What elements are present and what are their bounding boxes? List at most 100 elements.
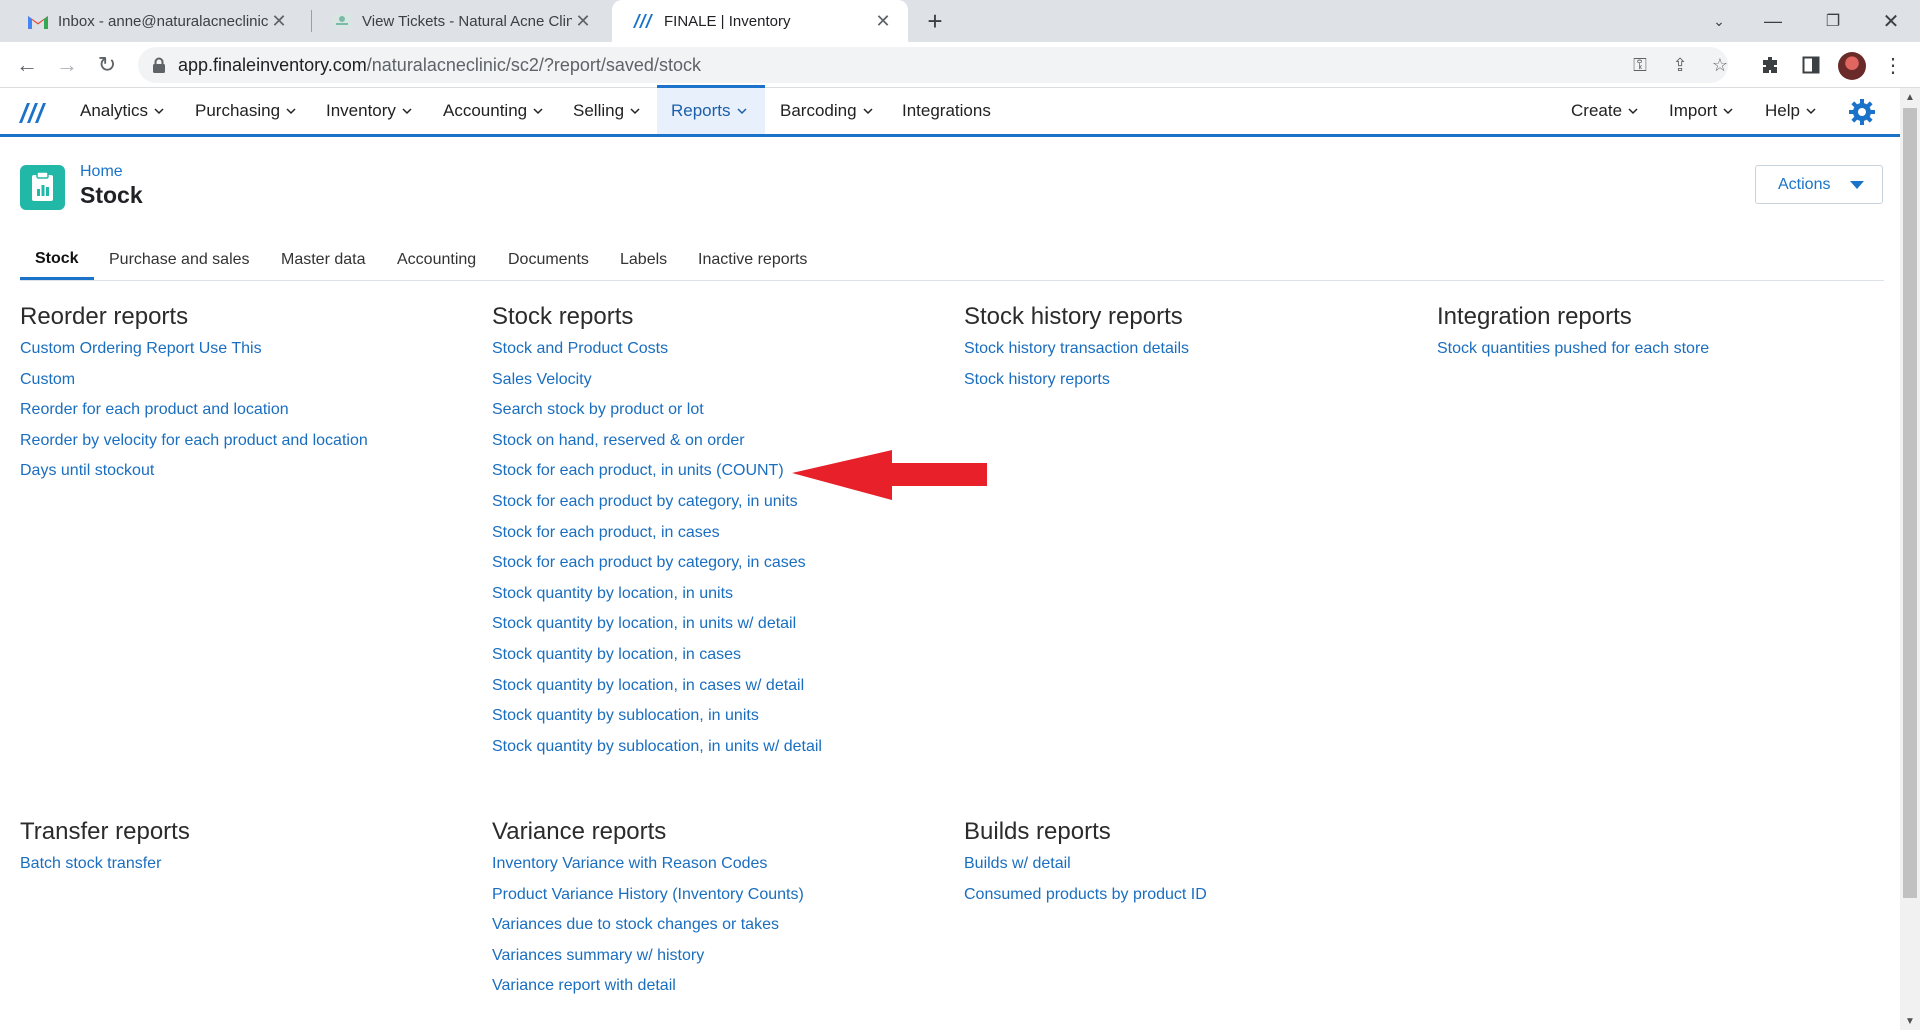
browser-tab-gmail[interactable]: Inbox - anne@naturalacneclinic.c ✕ bbox=[8, 0, 304, 42]
tab-stock[interactable]: Stock bbox=[20, 240, 94, 280]
report-link[interactable]: Product Variance History (Inventory Coun… bbox=[492, 880, 804, 911]
side-panel-icon[interactable] bbox=[1798, 52, 1824, 78]
report-link-highlighted[interactable]: Stock for each product, in units (COUNT) bbox=[492, 456, 822, 487]
stock-reports-group: Stock reports Stock and Product Costs Sa… bbox=[492, 300, 822, 762]
tab-search-icon[interactable]: ⌄ bbox=[1696, 0, 1742, 42]
group-title: Builds reports bbox=[964, 818, 1111, 845]
nav-analytics[interactable]: Analytics bbox=[66, 88, 178, 134]
browser-toolbar: ← → ↻ app.finaleinventory.com/naturalacn… bbox=[0, 42, 1920, 88]
helpdesk-icon bbox=[333, 14, 351, 28]
gear-icon[interactable] bbox=[1848, 98, 1876, 126]
report-link[interactable]: Stock quantity by sublocation, in units bbox=[492, 701, 822, 732]
report-link[interactable]: Reorder for each product and location bbox=[20, 395, 368, 426]
chevron-down-icon bbox=[737, 108, 747, 115]
report-link[interactable]: Sales Velocity bbox=[492, 365, 822, 396]
extensions-icon[interactable] bbox=[1758, 52, 1784, 78]
nav-barcoding[interactable]: Barcoding bbox=[766, 88, 887, 134]
restore-button[interactable]: ❐ bbox=[1810, 0, 1856, 42]
reorder-reports-group: Reorder reports Custom Ordering Report U… bbox=[20, 300, 368, 487]
caret-down-icon bbox=[1850, 180, 1865, 189]
browser-tab-tickets[interactable]: View Tickets - Natural Acne Clinic ✕ bbox=[312, 0, 608, 42]
nav-purchasing[interactable]: Purchasing bbox=[181, 88, 310, 134]
profile-avatar[interactable] bbox=[1838, 52, 1866, 80]
tab-title: View Tickets - Natural Acne Clinic bbox=[362, 12, 572, 30]
group-title: Transfer reports bbox=[20, 818, 190, 845]
scroll-down-arrow[interactable]: ▼ bbox=[1900, 1012, 1920, 1030]
nav-selling[interactable]: Selling bbox=[559, 88, 654, 134]
nav-integrations[interactable]: Integrations bbox=[888, 88, 1005, 134]
report-link[interactable]: Inventory Variance with Reason Codes bbox=[492, 849, 804, 880]
close-icon[interactable]: ✕ bbox=[872, 10, 894, 32]
report-link[interactable]: Stock quantity by sublocation, in units … bbox=[492, 732, 822, 763]
report-link[interactable]: Stock quantity by location, in units w/ … bbox=[492, 609, 822, 640]
report-link[interactable]: Stock quantity by location, in cases w/ … bbox=[492, 671, 822, 702]
new-tab-button[interactable]: + bbox=[918, 0, 952, 42]
report-link[interactable]: Stock for each product, in cases bbox=[492, 518, 822, 549]
group-title: Integration reports bbox=[1437, 303, 1632, 330]
forward-button[interactable]: → bbox=[52, 50, 82, 80]
nav-accounting[interactable]: Accounting bbox=[429, 88, 557, 134]
stock-history-reports-group: Stock history reports Stock history tran… bbox=[964, 300, 1189, 395]
clipboard-icon bbox=[20, 165, 65, 210]
star-icon[interactable]: ☆ bbox=[1708, 53, 1732, 77]
report-link[interactable]: Stock for each product by category, in u… bbox=[492, 487, 822, 518]
chevron-down-icon bbox=[630, 108, 640, 115]
report-link[interactable]: Consumed products by product ID bbox=[964, 880, 1207, 911]
report-link[interactable]: Stock and Product Costs bbox=[492, 334, 822, 365]
key-icon[interactable]: ⚿ bbox=[1628, 53, 1652, 77]
page-scrollbar[interactable]: ▲ ▼ bbox=[1900, 88, 1920, 1030]
lock-icon bbox=[153, 57, 165, 73]
close-icon[interactable]: ✕ bbox=[268, 10, 290, 32]
report-link[interactable]: Batch stock transfer bbox=[20, 849, 190, 880]
gmail-icon bbox=[28, 15, 48, 29]
report-link[interactable]: Variance report with detail bbox=[492, 971, 804, 1002]
close-icon[interactable]: ✕ bbox=[572, 10, 594, 32]
report-link[interactable]: Search stock by product or lot bbox=[492, 395, 822, 426]
share-icon[interactable]: ⇪ bbox=[1668, 53, 1692, 77]
tab-inactive-reports[interactable]: Inactive reports bbox=[683, 240, 822, 280]
nav-reports[interactable]: Reports bbox=[657, 85, 765, 134]
group-title: Stock reports bbox=[492, 303, 634, 330]
report-link[interactable]: Days until stockout bbox=[20, 456, 368, 487]
tab-title: FINALE | Inventory bbox=[664, 12, 791, 30]
menu-kebab-icon[interactable]: ⋮ bbox=[1880, 52, 1906, 78]
app-nav-bar: Analytics Purchasing Inventory Accountin… bbox=[0, 85, 1900, 137]
report-link[interactable]: Stock history transaction details bbox=[964, 334, 1189, 365]
report-link[interactable]: Stock history reports bbox=[964, 365, 1189, 396]
report-link[interactable]: Stock on hand, reserved & on order bbox=[492, 426, 822, 457]
actions-button[interactable]: Actions bbox=[1755, 165, 1883, 204]
report-link[interactable]: Stock for each product by category, in c… bbox=[492, 548, 822, 579]
report-link[interactable]: Reorder by velocity for each product and… bbox=[20, 426, 368, 457]
back-button[interactable]: ← bbox=[12, 50, 42, 80]
browser-tab-finale[interactable]: FINALE | Inventory ✕ bbox=[612, 0, 908, 42]
report-link[interactable]: Custom bbox=[20, 365, 368, 396]
nav-import[interactable]: Import bbox=[1655, 88, 1747, 134]
address-bar[interactable]: app.finaleinventory.com/naturalacneclini… bbox=[138, 47, 1728, 83]
report-link[interactable]: Stock quantity by location, in units bbox=[492, 579, 822, 610]
scroll-up-arrow[interactable]: ▲ bbox=[1900, 88, 1920, 106]
red-arrow-annotation bbox=[792, 450, 987, 500]
tab-labels[interactable]: Labels bbox=[605, 240, 682, 280]
reload-button[interactable]: ↻ bbox=[92, 50, 122, 80]
nav-create[interactable]: Create bbox=[1557, 88, 1652, 134]
report-link[interactable]: Builds w/ detail bbox=[964, 849, 1207, 880]
minimize-button[interactable]: — bbox=[1750, 0, 1796, 42]
nav-help[interactable]: Help bbox=[1751, 88, 1830, 134]
report-link[interactable]: Variances due to stock changes or takes bbox=[492, 910, 804, 941]
finale-logo-icon[interactable] bbox=[18, 100, 50, 124]
tab-accounting[interactable]: Accounting bbox=[382, 240, 491, 280]
tab-documents[interactable]: Documents bbox=[493, 240, 604, 280]
report-link[interactable]: Stock quantity by location, in cases bbox=[492, 640, 822, 671]
chevron-down-icon bbox=[154, 108, 164, 115]
report-category-tabs: Stock Purchase and sales Master data Acc… bbox=[20, 240, 1884, 281]
report-link[interactable]: Custom Ordering Report Use This bbox=[20, 334, 368, 365]
tab-master-data[interactable]: Master data bbox=[266, 240, 380, 280]
report-link[interactable]: Stock quantities pushed for each store bbox=[1437, 334, 1709, 365]
group-title: Reorder reports bbox=[20, 303, 189, 330]
close-window-button[interactable]: ✕ bbox=[1868, 0, 1914, 42]
report-link[interactable]: Variances summary w/ history bbox=[492, 941, 804, 972]
breadcrumb-home[interactable]: Home bbox=[80, 163, 123, 181]
tab-purchase-and-sales[interactable]: Purchase and sales bbox=[94, 240, 265, 280]
nav-inventory[interactable]: Inventory bbox=[312, 88, 426, 134]
scrollbar-thumb[interactable] bbox=[1903, 108, 1917, 898]
